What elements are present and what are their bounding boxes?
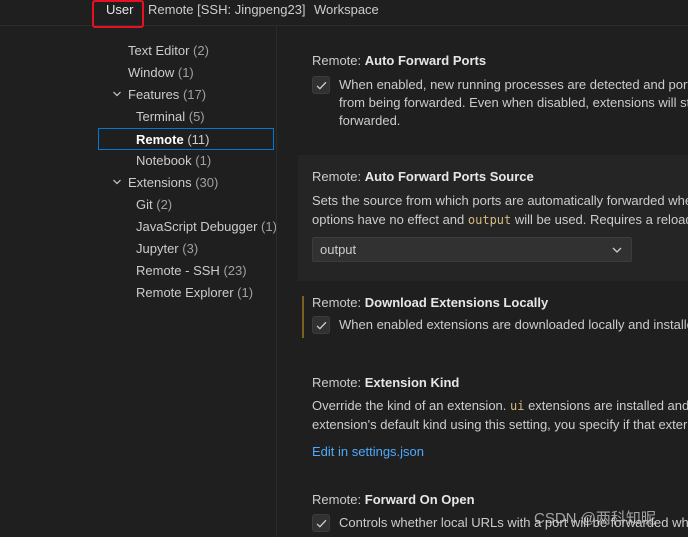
setting-description: Override the kind of an extension. ui ex… [312, 398, 688, 413]
toc-item-features[interactable]: Features (17) [113, 84, 206, 106]
check-icon [316, 519, 327, 528]
toc-item-extensions[interactable]: Extensions (30) [113, 172, 218, 194]
setting-description: Sets the source from which ports are aut… [312, 193, 688, 208]
setting-description: options have no effect and output will b… [312, 212, 688, 227]
forward-on-open-checkbox[interactable] [312, 514, 330, 532]
watermark: CSDN @两科知昵 [534, 510, 656, 527]
setting-description: When enabled extensions are downloaded l… [339, 317, 688, 332]
tab-workspace[interactable]: Workspace [314, 2, 379, 17]
check-icon [316, 321, 327, 330]
setting-description: forwarded. [339, 113, 401, 128]
toc-item-terminal[interactable]: Terminal (5) [136, 106, 205, 128]
setting-auto-forward-ports: Remote: Auto Forward Ports When enabled,… [298, 44, 688, 144]
setting-title: Remote: Auto Forward Ports [312, 53, 487, 68]
toc-item-window[interactable]: Window (1) [128, 62, 194, 84]
toc-item-javascript-debugger[interactable]: JavaScript Debugger (1) [136, 216, 277, 238]
chevron-down-icon [112, 172, 122, 194]
toc-divider [276, 26, 277, 537]
chevron-down-icon [112, 84, 122, 106]
toc-item-notebook[interactable]: Notebook (1) [136, 150, 211, 172]
toc-item-remote-explorer[interactable]: Remote Explorer (1) [136, 282, 253, 304]
download-extensions-locally-checkbox[interactable] [312, 316, 330, 334]
setting-auto-forward-ports-source: Remote: Auto Forward Ports Source Sets t… [298, 155, 688, 281]
setting-title: Remote: Download Extensions Locally [312, 295, 549, 310]
setting-title: Remote: Auto Forward Ports Source [312, 169, 534, 184]
auto-forward-source-select[interactable]: output [312, 237, 632, 262]
setting-download-extensions-locally: Remote: Download Extensions Locally When… [298, 285, 688, 345]
toc-item-remote-ssh[interactable]: Remote - SSH (23) [136, 260, 247, 282]
tab-remote-ssh[interactable]: Remote [SSH: Jingpeng23] [148, 2, 306, 17]
highlight-annotation [92, 0, 144, 28]
edit-in-settings-json-link[interactable]: Edit in settings.json [312, 444, 424, 459]
toc-item-git[interactable]: Git (2) [136, 194, 172, 216]
setting-description: from being forwarded. Even when disabled… [339, 95, 688, 110]
setting-extension-kind: Remote: Extension Kind Override the kind… [298, 365, 688, 465]
auto-forward-ports-checkbox[interactable] [312, 76, 330, 94]
check-icon [316, 81, 327, 90]
setting-title: Remote: Extension Kind [312, 375, 460, 390]
setting-title: Remote: Forward On Open [312, 492, 475, 507]
toc-item-remote[interactable]: Remote (11) [98, 128, 274, 150]
toc-item-text-editor[interactable]: Text Editor (2) [128, 40, 209, 62]
setting-description: When enabled, new running processes are … [339, 77, 688, 92]
toc-item-jupyter[interactable]: Jupyter (3) [136, 238, 198, 260]
setting-description: extension's default kind using this sett… [312, 417, 688, 432]
settings-toc: Text Editor (2) Window (1) Features (17)… [0, 26, 277, 537]
chevron-down-icon [612, 247, 622, 253]
